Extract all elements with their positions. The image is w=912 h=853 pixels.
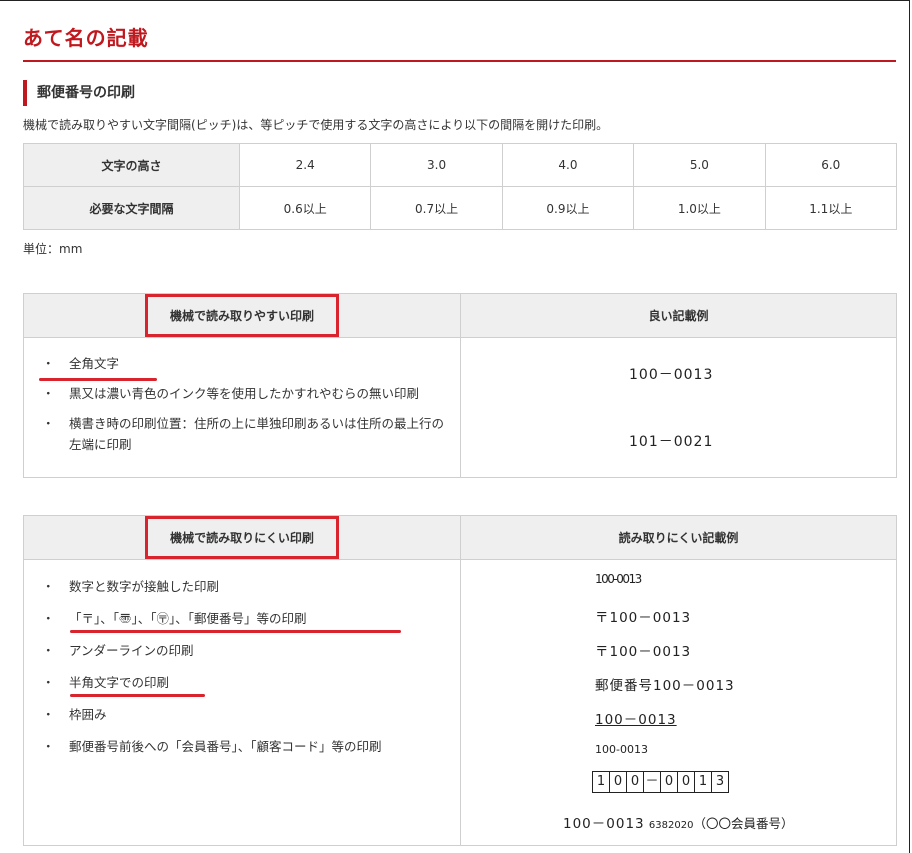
- title-rule: [23, 60, 896, 62]
- highlight-underline: [39, 378, 157, 381]
- pitch-row-height: 文字の高さ 2.4 3.0 4.0 5.0 6.0: [23, 143, 898, 187]
- good-example-cell: 100－0013 101－0021: [460, 337, 897, 478]
- highlight-underline: [70, 630, 401, 633]
- bad-example-header: 読み取りにくい記載例: [460, 515, 897, 560]
- bad-example-halfwidth: 100-0013: [595, 743, 648, 756]
- member-postal: 100－0013: [563, 816, 645, 832]
- readable-table: 機械で読み取りやすい印刷 良い記載例 全角文字 黒又は濃い青色のインク等を使用し…: [23, 293, 897, 478]
- list-item: 黒又は濃い青色のインク等を使用したかすれやむらの無い印刷: [24, 383, 454, 404]
- bad-example-postal-mark: 〒100－0013: [595, 610, 692, 626]
- bad-example-cell: 100-0013 〒100－0013 〒100－0013 郵便番号100－001…: [460, 559, 897, 846]
- boxed-char: 3: [715, 774, 725, 789]
- pitch-height-cell: 4.0: [501, 143, 635, 187]
- boxed-char: 0: [610, 772, 627, 792]
- pitch-height-cell: 2.4: [238, 143, 372, 187]
- list-item: 横書き時の印刷位置：住所の上に単独印刷あるいは住所の最上行の左端に印刷: [24, 413, 454, 455]
- list-item: アンダーラインの印刷: [24, 640, 454, 661]
- list-item: 半角文字での印刷: [24, 672, 454, 693]
- pitch-spacing-cell: 1.1以上: [764, 186, 898, 230]
- pitch-spacing-cell: 0.9以上: [501, 186, 635, 230]
- member-suffix: （〇〇会員番号）: [693, 816, 794, 831]
- good-example: 100－0013: [629, 367, 714, 383]
- pitch-height-cell: 3.0: [370, 143, 503, 187]
- page-title: あて名の記載: [23, 26, 149, 50]
- member-code: 6382020: [648, 820, 694, 831]
- pitch-row-spacing-header: 必要な文字間隔: [23, 186, 240, 230]
- good-example-header: 良い記載例: [460, 293, 897, 338]
- unreadable-header: 機械で読み取りにくい印刷: [145, 516, 339, 559]
- boxed-char: 0: [678, 772, 695, 792]
- pitch-row-height-header: 文字の高さ: [23, 143, 240, 187]
- readable-list: 全角文字 黒又は濃い青色のインク等を使用したかすれやむらの無い印刷 横書き時の印…: [24, 353, 454, 455]
- boxed-digits: 1 0 0 － 0 0 1 3: [592, 771, 729, 793]
- list-item: 枠囲み: [24, 704, 454, 725]
- unit-note: 単位：mm: [23, 242, 83, 256]
- unreadable-header-cell: 機械で読み取りにくい印刷: [23, 515, 461, 560]
- unreadable-list: 数字と数字が接触した印刷 「〒」、「〠」、「〶」、「郵便番号」等の印刷 アンダー…: [24, 576, 454, 757]
- section-title: 郵便番号の印刷: [23, 80, 135, 106]
- bad-example-touching: 100-0013: [595, 572, 642, 586]
- bad-example-circle-mark: 〒100－0013: [595, 644, 692, 660]
- list-item: 郵便番号前後への「会員番号」、「顧客コード」等の印刷: [24, 736, 454, 757]
- bad-example-label: 郵便番号100－0013: [595, 678, 735, 694]
- readable-list-cell: 全角文字 黒又は濃い青色のインク等を使用したかすれやむらの無い印刷 横書き時の印…: [23, 337, 461, 478]
- pitch-row-spacing: 必要な文字間隔 0.6以上 0.7以上 0.9以上 1.0以上 1.1以上: [23, 186, 898, 230]
- readable-header: 機械で読み取りやすい印刷: [144, 294, 339, 337]
- boxed-char: 0: [627, 772, 644, 792]
- readable-header-cell: 機械で読み取りやすい印刷: [23, 293, 461, 338]
- list-item: 数字と数字が接触した印刷: [24, 576, 454, 597]
- pitch-table: 文字の高さ 2.4 3.0 4.0 5.0 6.0 必要な文字間隔 0.6以上 …: [23, 143, 898, 230]
- pitch-height-cell: 5.0: [633, 143, 766, 187]
- pitch-height-cell: 6.0: [764, 143, 898, 187]
- highlight-underline: [70, 694, 205, 697]
- boxed-char: 1: [593, 772, 610, 792]
- boxed-char: 1: [695, 772, 712, 792]
- bad-example-boxed: 1 0 0 － 0 0 1 3: [592, 771, 729, 793]
- list-item: 全角文字: [24, 353, 454, 374]
- bad-example-underlined: 100－0013: [595, 712, 677, 728]
- pitch-spacing-cell: 0.7以上: [370, 186, 503, 230]
- pitch-spacing-cell: 1.0以上: [633, 186, 766, 230]
- unreadable-table: 機械で読み取りにくい印刷 読み取りにくい記載例 数字と数字が接触した印刷 「〒」…: [23, 515, 897, 846]
- unreadable-list-cell: 数字と数字が接触した印刷 「〒」、「〠」、「〶」、「郵便番号」等の印刷 アンダー…: [23, 559, 461, 846]
- bad-example-member-code: 100－0013 6382020（〇〇会員番号）: [563, 812, 793, 832]
- section-description: 機械で読み取りやすい文字間隔(ピッチ)は、等ピッチで使用する文字の高さにより以下…: [23, 118, 609, 132]
- boxed-char: －: [644, 772, 661, 792]
- list-item: 「〒」、「〠」、「〶」、「郵便番号」等の印刷: [24, 608, 454, 629]
- good-example: 101－0021: [629, 434, 714, 450]
- pitch-spacing-cell: 0.6以上: [238, 186, 372, 230]
- boxed-char: 0: [661, 772, 678, 792]
